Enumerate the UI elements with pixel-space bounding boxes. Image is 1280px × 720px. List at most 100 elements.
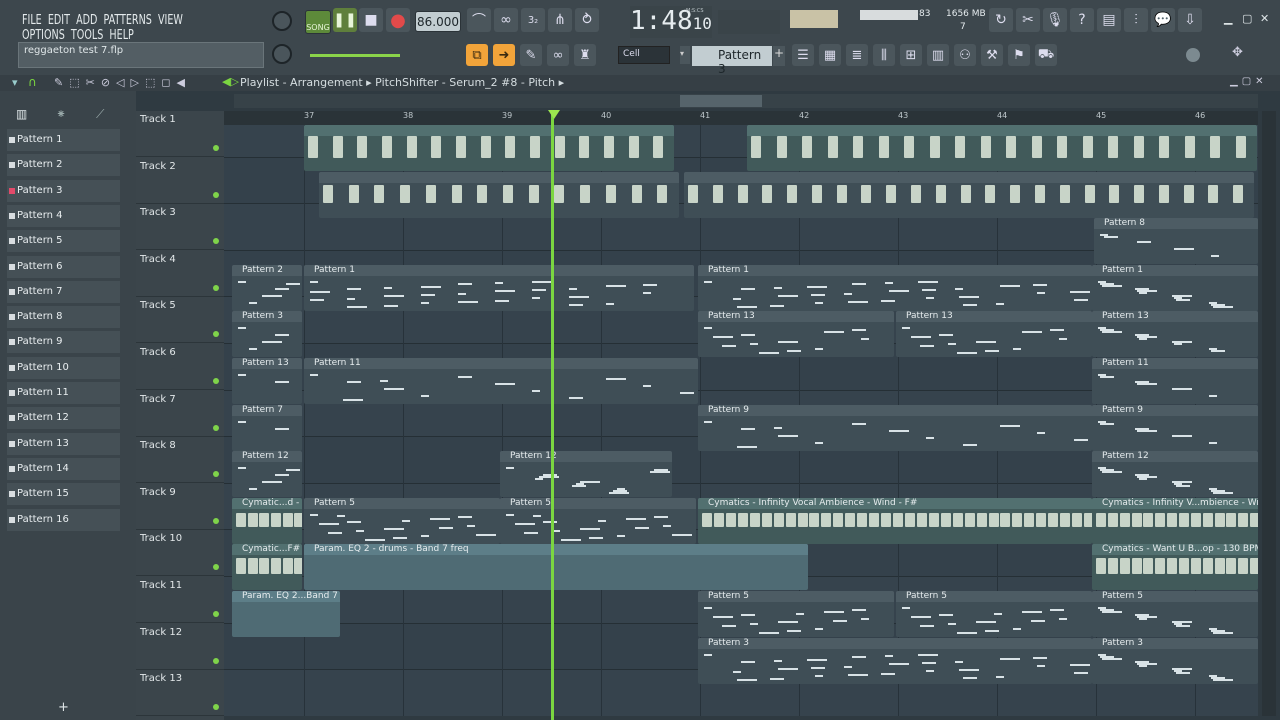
- arrow-right-icon[interactable]: ➜: [493, 44, 515, 66]
- clip[interactable]: Cymatics - Infinity V...mbience - Wind -…: [1092, 497, 1258, 544]
- add-track-icon[interactable]: +: [58, 700, 69, 715]
- clip[interactable]: [304, 125, 674, 171]
- globe-icon[interactable]: [1186, 48, 1200, 62]
- clip[interactable]: Pattern 5: [500, 497, 696, 544]
- pause-icon[interactable]: ❚❚: [333, 8, 357, 32]
- playlist-icon[interactable]: ☰: [792, 44, 814, 66]
- track-enable-led[interactable]: [213, 378, 219, 384]
- mixer-icon[interactable]: ⫶: [1124, 8, 1148, 32]
- clip[interactable]: Pattern 1: [304, 264, 694, 311]
- track-enable-led[interactable]: [213, 517, 219, 524]
- clip[interactable]: [747, 125, 1257, 171]
- add-pattern-icon[interactable]: +: [773, 46, 785, 66]
- wrench-icon[interactable]: ⚒: [981, 44, 1003, 66]
- overview-window[interactable]: [680, 95, 762, 107]
- track-header[interactable]: Track 8: [136, 437, 224, 484]
- track-header[interactable]: Track 11: [136, 577, 224, 623]
- pattern-list-item[interactable]: Pattern 4: [7, 204, 120, 227]
- playlist-grid[interactable]: Pattern 8 Pattern 2 Pattern 1 Pattern 1 Patt…: [224, 111, 1258, 716]
- track-header[interactable]: Track 13: [136, 670, 224, 717]
- save-icon[interactable]: ▤: [1097, 8, 1121, 32]
- track-header[interactable]: Track 5: [136, 297, 224, 344]
- track-enable-led[interactable]: [213, 424, 219, 431]
- track-enable-led[interactable]: [213, 284, 219, 291]
- stop-icon[interactable]: ■: [359, 8, 383, 32]
- song-mode-button[interactable]: SONG: [305, 10, 331, 34]
- play-pattern-icon[interactable]: ◀▷: [222, 75, 239, 88]
- pattern-list-item[interactable]: Pattern 8: [7, 306, 120, 329]
- clip[interactable]: Pattern 3: [1092, 637, 1258, 684]
- stamp-icon[interactable]: ♜: [574, 44, 596, 66]
- plugin-icon[interactable]: ⚇: [954, 44, 976, 66]
- pattern-list-item[interactable]: Pattern 16: [7, 508, 120, 531]
- clip[interactable]: Pattern 5: [698, 591, 894, 637]
- dropdown-arrow-icon[interactable]: ▾: [12, 76, 18, 89]
- clip[interactable]: Pattern 13: [1092, 311, 1258, 358]
- move-icon[interactable]: ✥: [1232, 45, 1243, 60]
- mixer-view-icon[interactable]: ⫼: [873, 44, 895, 66]
- playhead-marker-icon[interactable]: [548, 110, 560, 119]
- pattern-list-item[interactable]: Pattern 15: [7, 483, 120, 506]
- clip[interactable]: Pattern 9: [698, 404, 1092, 451]
- track-header[interactable]: Track 7: [136, 391, 224, 437]
- pattern-list-item[interactable]: Pattern 14: [7, 457, 120, 480]
- menu-patterns[interactable]: PATTERNS: [104, 13, 152, 28]
- pattern-list-item[interactable]: Pattern 12: [7, 407, 120, 430]
- tempo-display[interactable]: 86.000: [415, 11, 461, 32]
- track-enable-led[interactable]: [213, 145, 219, 151]
- clip[interactable]: Pattern 7: [232, 404, 302, 451]
- refresh-icon[interactable]: ↻: [989, 8, 1013, 32]
- clip[interactable]: Pattern 1: [698, 264, 1092, 311]
- clip[interactable]: Cymatic...d - F#: [232, 497, 302, 544]
- clip[interactable]: Pattern 1: [1092, 264, 1258, 311]
- snap-dropdown-icon[interactable]: ▾: [680, 46, 690, 64]
- picker-icon[interactable]: ▥: [16, 107, 27, 121]
- clip[interactable]: Pattern 12: [500, 451, 672, 498]
- clip[interactable]: Cymatics - Want U B...op - 130 BPM F# Mi…: [1092, 544, 1258, 591]
- piano-roll-icon[interactable]: ▦: [819, 44, 841, 66]
- track-header[interactable]: Track 9: [136, 484, 224, 530]
- automation-icon[interactable]: ⟋: [96, 107, 104, 122]
- step-edit-icon[interactable]: 3₂: [521, 8, 545, 32]
- download-icon[interactable]: ⇩: [1178, 8, 1202, 32]
- pattern-list-item[interactable]: Pattern 11: [7, 382, 120, 404]
- clip[interactable]: Pattern 3: [232, 311, 302, 358]
- record-icon[interactable]: ●: [386, 8, 410, 32]
- link-icon[interactable]: ∞: [547, 44, 569, 66]
- minimize-icon[interactable]: ▁: [1224, 12, 1232, 25]
- menu-edit[interactable]: EDIT: [48, 13, 70, 28]
- track-header[interactable]: Track 1: [136, 111, 224, 157]
- pattern-list-item[interactable]: Pattern 2: [7, 154, 120, 177]
- snap-select[interactable]: Cell: [618, 46, 670, 64]
- master-pitch-knob[interactable]: [272, 44, 292, 64]
- menu-tools[interactable]: TOOLS: [71, 28, 103, 43]
- clip[interactable]: Pattern 8: [1094, 218, 1258, 265]
- metronome-icon[interactable]: ⌒: [467, 8, 491, 32]
- cut-icon[interactable]: ✂: [1016, 8, 1040, 32]
- track-header[interactable]: Track 6: [136, 344, 224, 390]
- tools-icon[interactable]: ⚑: [1008, 44, 1030, 66]
- close-icon[interactable]: ✕: [1260, 12, 1269, 25]
- track-enable-led[interactable]: [213, 471, 219, 478]
- menu-options[interactable]: OPTIONS: [22, 28, 65, 43]
- clip[interactable]: Pattern 13: [896, 311, 1092, 358]
- audio-icon[interactable]: ⁕: [56, 107, 66, 121]
- help-icon[interactable]: ?: [1070, 8, 1094, 32]
- clip[interactable]: Pattern 13: [232, 358, 302, 404]
- menu-help[interactable]: HELP: [109, 28, 133, 43]
- clip[interactable]: Param. EQ 2 - drums - Band 7 freq: [304, 544, 808, 591]
- track-header[interactable]: Track 10: [136, 530, 224, 577]
- track-enable-led[interactable]: [213, 704, 219, 711]
- track-enable-led[interactable]: [213, 331, 219, 338]
- clip[interactable]: Pattern 13: [698, 311, 894, 358]
- clip[interactable]: Pattern 5: [1092, 591, 1258, 637]
- clip[interactable]: Cymatics - Infinity Vocal Ambience - Win…: [698, 497, 1092, 544]
- clip[interactable]: Pattern 11: [1092, 358, 1258, 404]
- pattern-list-item[interactable]: Pattern 6: [7, 255, 120, 278]
- clip[interactable]: Pattern 5: [896, 591, 1092, 637]
- chat-icon[interactable]: 💬: [1151, 8, 1175, 32]
- track-enable-led[interactable]: [213, 611, 219, 617]
- menu-add[interactable]: ADD: [76, 13, 97, 28]
- track-enable-led[interactable]: [213, 238, 219, 245]
- playlist-tools[interactable]: ✎⬚✂⊘◁▷⬚◻◀: [54, 76, 191, 89]
